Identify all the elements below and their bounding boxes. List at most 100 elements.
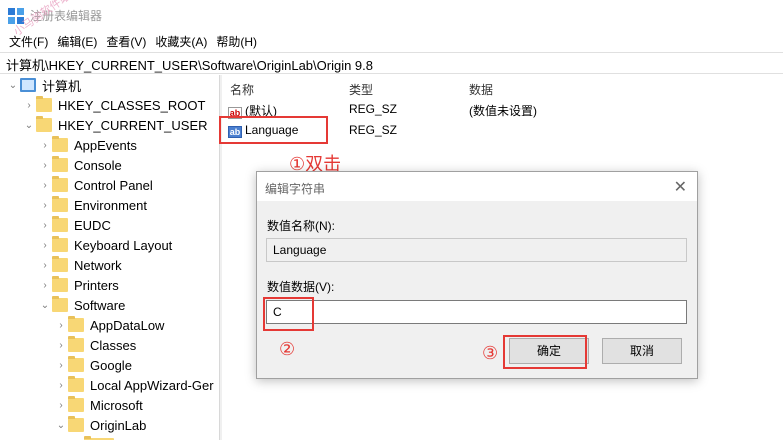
value-type: REG_SZ [349, 123, 398, 137]
dialog-title-bar: 编辑字符串 ✕ [257, 172, 697, 201]
folder-icon [52, 136, 68, 152]
tree-item-label: Microsoft [90, 397, 143, 413]
column-header-name[interactable]: 名称 [230, 81, 254, 98]
tree-item-keyboard-layout[interactable]: › Keyboard Layout [38, 235, 172, 255]
chevron-down-icon[interactable]: ⌄ [38, 298, 52, 312]
folder-icon [52, 156, 68, 172]
tree-item-control-panel[interactable]: › Control Panel [38, 175, 153, 195]
folder-icon [52, 176, 68, 192]
folder-icon [68, 396, 84, 412]
tree-item-label: Environment [74, 197, 147, 213]
tree-item-label: Software [74, 297, 126, 313]
menu-help[interactable]: 帮助(H) [213, 30, 263, 51]
chevron-right-icon[interactable]: › [38, 198, 52, 212]
tree-item-classes[interactable]: › Classes [54, 335, 136, 355]
chevron-right-icon[interactable]: › [38, 178, 52, 192]
chevron-right-icon[interactable]: › [38, 278, 52, 292]
tree-item-local-appwizard[interactable]: › Local AppWizard-Ger [54, 375, 214, 395]
highlight-ok-button-box [503, 335, 587, 369]
tree-item-label: Printers [74, 277, 119, 293]
tree-item-software[interactable]: ⌄ Software [38, 295, 125, 315]
chevron-right-icon[interactable]: › [54, 378, 68, 392]
tree-item-appdatalow[interactable]: › AppDataLow [54, 315, 164, 335]
annotation-step2: ② [279, 339, 296, 359]
folder-icon [52, 276, 68, 292]
folder-icon [36, 96, 52, 112]
edit-string-dialog: 编辑字符串 ✕ 数值名称(N): Language 数值数据(V): C 确定 … [256, 171, 698, 379]
chevron-right-icon[interactable]: › [54, 398, 68, 412]
tree-item-microsoft[interactable]: › Microsoft [54, 395, 143, 415]
column-header-type[interactable]: 类型 [349, 81, 373, 98]
folder-icon [52, 236, 68, 252]
value-name-label: 数值名称(N): [267, 219, 335, 233]
tree-item-network[interactable]: › Network [38, 255, 122, 275]
tree-item-label: EUDC [74, 217, 111, 233]
title-bar: 注册表编辑器 小马驹软件站 [0, 0, 783, 38]
tree-item-originlab[interactable]: ⌄ OriginLab [54, 415, 146, 435]
tree-item-origin-selected[interactable] [84, 435, 120, 440]
highlight-data-field-box [263, 297, 314, 331]
tree-item-google[interactable]: › Google [54, 355, 132, 375]
tree-item-computer[interactable]: ⌄ 计算机 [6, 75, 81, 95]
close-icon[interactable]: ✕ [674, 177, 687, 197]
chevron-right-icon[interactable]: › [54, 318, 68, 332]
tree-item-printers[interactable]: › Printers [38, 275, 119, 295]
menu-edit[interactable]: 编辑(E) [54, 30, 103, 51]
menu-favorites[interactable]: 收藏夹(A) [152, 30, 213, 51]
tree-item-label: Classes [90, 337, 137, 353]
tree-item-label: 计算机 [42, 78, 82, 94]
value-data-field[interactable]: C [266, 300, 687, 324]
chevron-right-icon[interactable]: › [38, 258, 52, 272]
chevron-right-icon[interactable]: › [54, 338, 68, 352]
tree-item-label: Console [74, 157, 122, 173]
folder-icon [36, 116, 52, 132]
chevron-down-icon[interactable]: ⌄ [6, 78, 20, 92]
folder-icon [68, 336, 84, 352]
cancel-button[interactable]: 取消 [602, 338, 682, 364]
tree-item-label: Keyboard Layout [74, 237, 173, 253]
tree-item-label: Network [74, 257, 122, 273]
tree-item-label: AppEvents [74, 137, 137, 153]
chevron-right-icon[interactable]: › [54, 358, 68, 372]
tree-item-label: Google [90, 357, 132, 373]
folder-icon [52, 196, 68, 212]
chevron-right-icon[interactable]: › [38, 238, 52, 252]
computer-icon [20, 78, 36, 92]
chevron-right-icon[interactable]: › [22, 98, 36, 112]
chevron-down-icon[interactable]: ⌄ [22, 118, 36, 132]
value-type: REG_SZ [349, 102, 398, 116]
tree-item-eudc[interactable]: › EUDC [38, 215, 111, 235]
tree-item-label: HKEY_CURRENT_USER [58, 117, 208, 133]
highlight-language-box [219, 116, 328, 144]
value-data-label: 数值数据(V): [267, 280, 335, 294]
folder-icon [52, 216, 68, 232]
tree-item-label: AppDataLow [90, 317, 165, 333]
chevron-right-icon[interactable]: › [38, 218, 52, 232]
folder-icon [68, 416, 84, 432]
dialog-title: 编辑字符串 [265, 182, 326, 196]
column-header-data[interactable]: 数据 [469, 81, 493, 98]
tree-item-label: OriginLab [90, 417, 147, 433]
tree-item-environment[interactable]: › Environment [38, 195, 147, 215]
tree-item-label: HKEY_CLASSES_ROOT [58, 97, 206, 113]
address-bar[interactable]: 计算机\HKEY_CURRENT_USER\Software\OriginLab… [0, 52, 783, 74]
value-data: (数值未设置) [469, 104, 537, 118]
chevron-down-icon[interactable]: ⌄ [54, 418, 68, 432]
tree-item-label: Control Panel [74, 177, 153, 193]
menu-file[interactable]: 文件(F) [6, 30, 54, 51]
tree-item-console[interactable]: › Console [38, 155, 122, 175]
tree-item-appevents[interactable]: › AppEvents [38, 135, 137, 155]
folder-icon [68, 316, 84, 332]
registry-tree: ⌄ 计算机 › HKEY_CLASSES_ROOT ⌄ HKEY_CURRENT… [0, 75, 219, 440]
value-name-field: Language [266, 238, 687, 262]
folder-icon [68, 376, 84, 392]
chevron-right-icon[interactable]: › [38, 138, 52, 152]
folder-icon [68, 356, 84, 372]
menu-view[interactable]: 查看(V) [103, 30, 152, 51]
folder-icon [52, 256, 68, 272]
annotation-step3: ③ [482, 343, 499, 363]
tree-item-hkcu[interactable]: ⌄ HKEY_CURRENT_USER [22, 115, 208, 135]
tree-item-hkcr[interactable]: › HKEY_CLASSES_ROOT [22, 95, 205, 115]
chevron-right-icon[interactable]: › [38, 158, 52, 172]
tree-item-label: Local AppWizard-Ger [90, 377, 214, 393]
